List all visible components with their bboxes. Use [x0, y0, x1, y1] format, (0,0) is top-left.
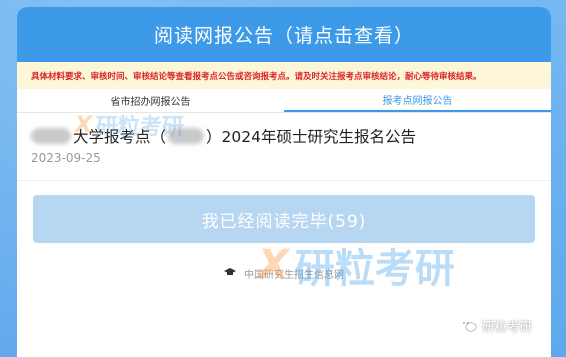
tab-exam-site-label: 报考点网报公告 — [382, 96, 453, 107]
tab-provincial[interactable]: 省市招办网报公告 — [17, 89, 284, 112]
footer-text: 中国研究生招生信息网 — [244, 270, 344, 281]
title-part-1: 大学报考点（ — [73, 128, 167, 146]
redacted-university-name — [31, 128, 71, 144]
notice-banner: 具体材料要求、审核时间、审核结论等查看报考点公告或咨询报考点。请及时关注报考点审… — [17, 62, 551, 89]
wechat-badge-text: 研粒考研 — [482, 319, 533, 334]
site-footer: 中国研究生招生信息网 — [17, 266, 551, 281]
notice-text: 具体材料要求、审核时间、审核结论等查看报考点公告或咨询报考点。请及时关注报考点审… — [31, 71, 482, 82]
announcement-title[interactable]: 大学报考点（ ）2024年硕士研究生报名公告 — [31, 123, 537, 149]
header-title: 阅读网报公告（请点击查看） — [153, 25, 414, 47]
announcement-tabs: 省市招办网报公告 报考点网报公告 — [17, 89, 551, 113]
announcement-header[interactable]: 阅读网报公告（请点击查看） — [17, 7, 551, 62]
graduation-cap-icon — [224, 268, 236, 279]
read-complete-label: 我已经阅读完毕(59) — [201, 211, 367, 232]
read-complete-button[interactable]: 我已经阅读完毕(59) — [33, 195, 535, 243]
tab-exam-site[interactable]: 报考点网报公告 — [284, 89, 551, 112]
redacted-site-name — [168, 128, 205, 144]
announcement-date: 2023-09-25 — [31, 151, 101, 165]
announcement-item[interactable]: 大学报考点（ ）2024年硕士研究生报名公告 2023-09-25 — [17, 113, 551, 165]
wechat-badge: 研粒考研 — [459, 316, 532, 335]
announcement-card: 阅读网报公告（请点击查看） 具体材料要求、审核时间、审核结论等查看报考点公告或咨… — [17, 7, 551, 357]
wechat-icon — [459, 318, 477, 333]
title-part-2: ）2024年硕士研究生报名公告 — [206, 128, 416, 146]
tab-provincial-label: 省市招办网报公告 — [110, 97, 191, 108]
